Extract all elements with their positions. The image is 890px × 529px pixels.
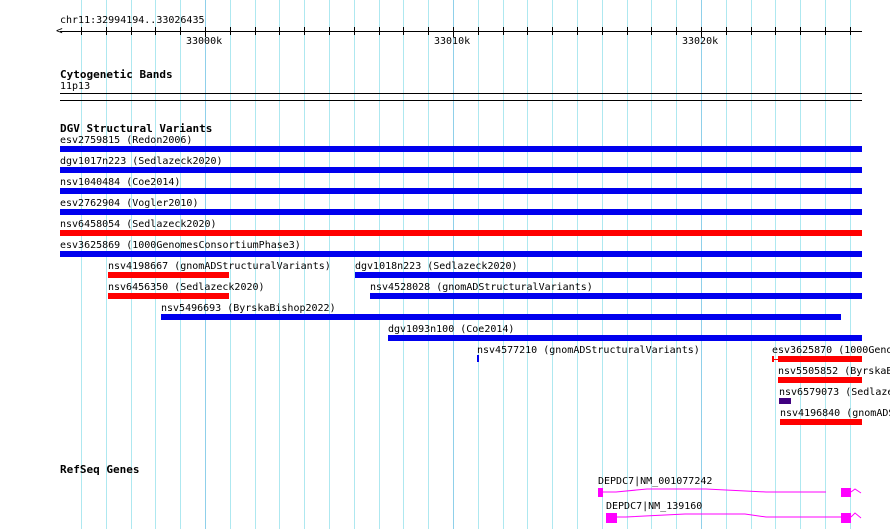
genome-browser: chr11:32994194..33026435 < 33000k 33010k… bbox=[0, 0, 890, 529]
gene-models bbox=[598, 488, 862, 523]
gene-NM_139160[interactable] bbox=[606, 512, 862, 523]
gene-label: DEPDC7|NM_139160 bbox=[606, 501, 703, 512]
gene-NM_001077242[interactable] bbox=[598, 488, 862, 497]
